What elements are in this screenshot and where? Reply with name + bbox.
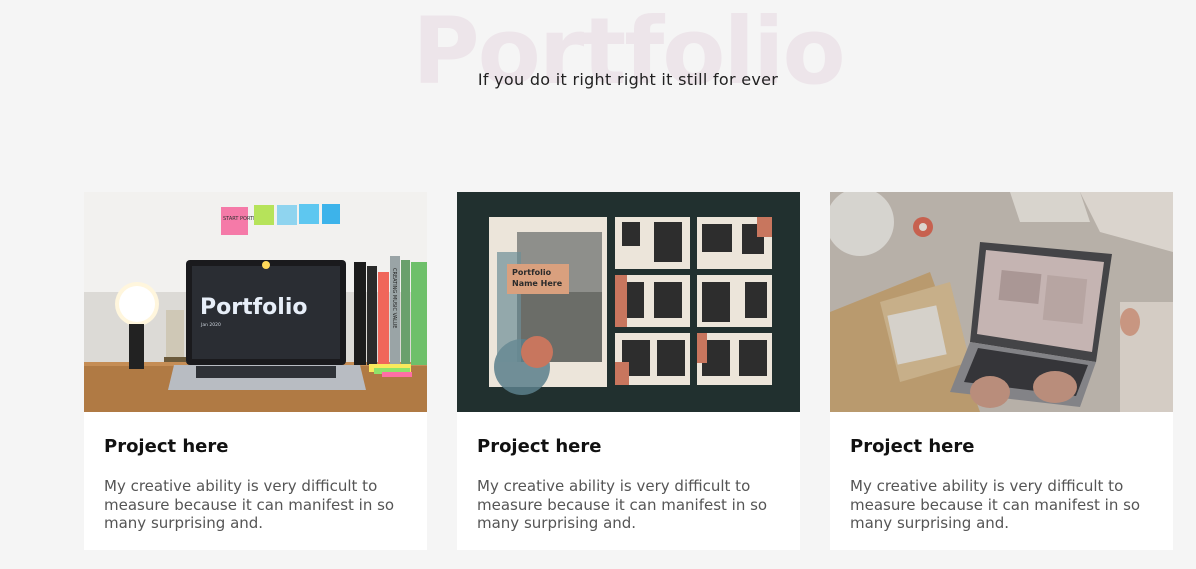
project-title[interactable]: Project here	[104, 436, 407, 457]
project-title[interactable]: Project here	[850, 436, 1153, 457]
project-card[interactable]: Portfolio Name Here Project here My crea…	[457, 192, 800, 550]
project-image-portfolio-template[interactable]: Portfolio Name Here	[457, 192, 800, 412]
template-label-line2: Name Here	[512, 279, 563, 288]
project-description: My creative ability is very difficult to…	[477, 477, 768, 532]
laptop-screen-title: Portfolio	[200, 295, 308, 320]
project-description: My creative ability is very difficult to…	[850, 477, 1141, 532]
portfolio-section-header: Portfolio If you do it right right it st…	[0, 0, 1196, 120]
project-card[interactable]: Project here My creative ability is very…	[830, 192, 1173, 550]
laptop-screen-subtitle: Jan 2020	[200, 322, 221, 328]
project-image-laptop-desk[interactable]: START PORTFOLIO Portfolio Jan 2020 CREAT…	[84, 192, 427, 412]
project-description: My creative ability is very difficult to…	[104, 477, 395, 532]
project-cards: START PORTFOLIO Portfolio Jan 2020 CREAT…	[84, 192, 1173, 550]
project-image-workspace-laptop[interactable]	[830, 192, 1173, 412]
book-spine-text: CREATING MUSIC VALUE	[391, 268, 397, 328]
project-title[interactable]: Project here	[477, 436, 780, 457]
template-label-line1: Portfolio	[512, 268, 552, 277]
portfolio-subtitle: If you do it right right it still for ev…	[477, 70, 779, 89]
project-card[interactable]: START PORTFOLIO Portfolio Jan 2020 CREAT…	[84, 192, 427, 550]
